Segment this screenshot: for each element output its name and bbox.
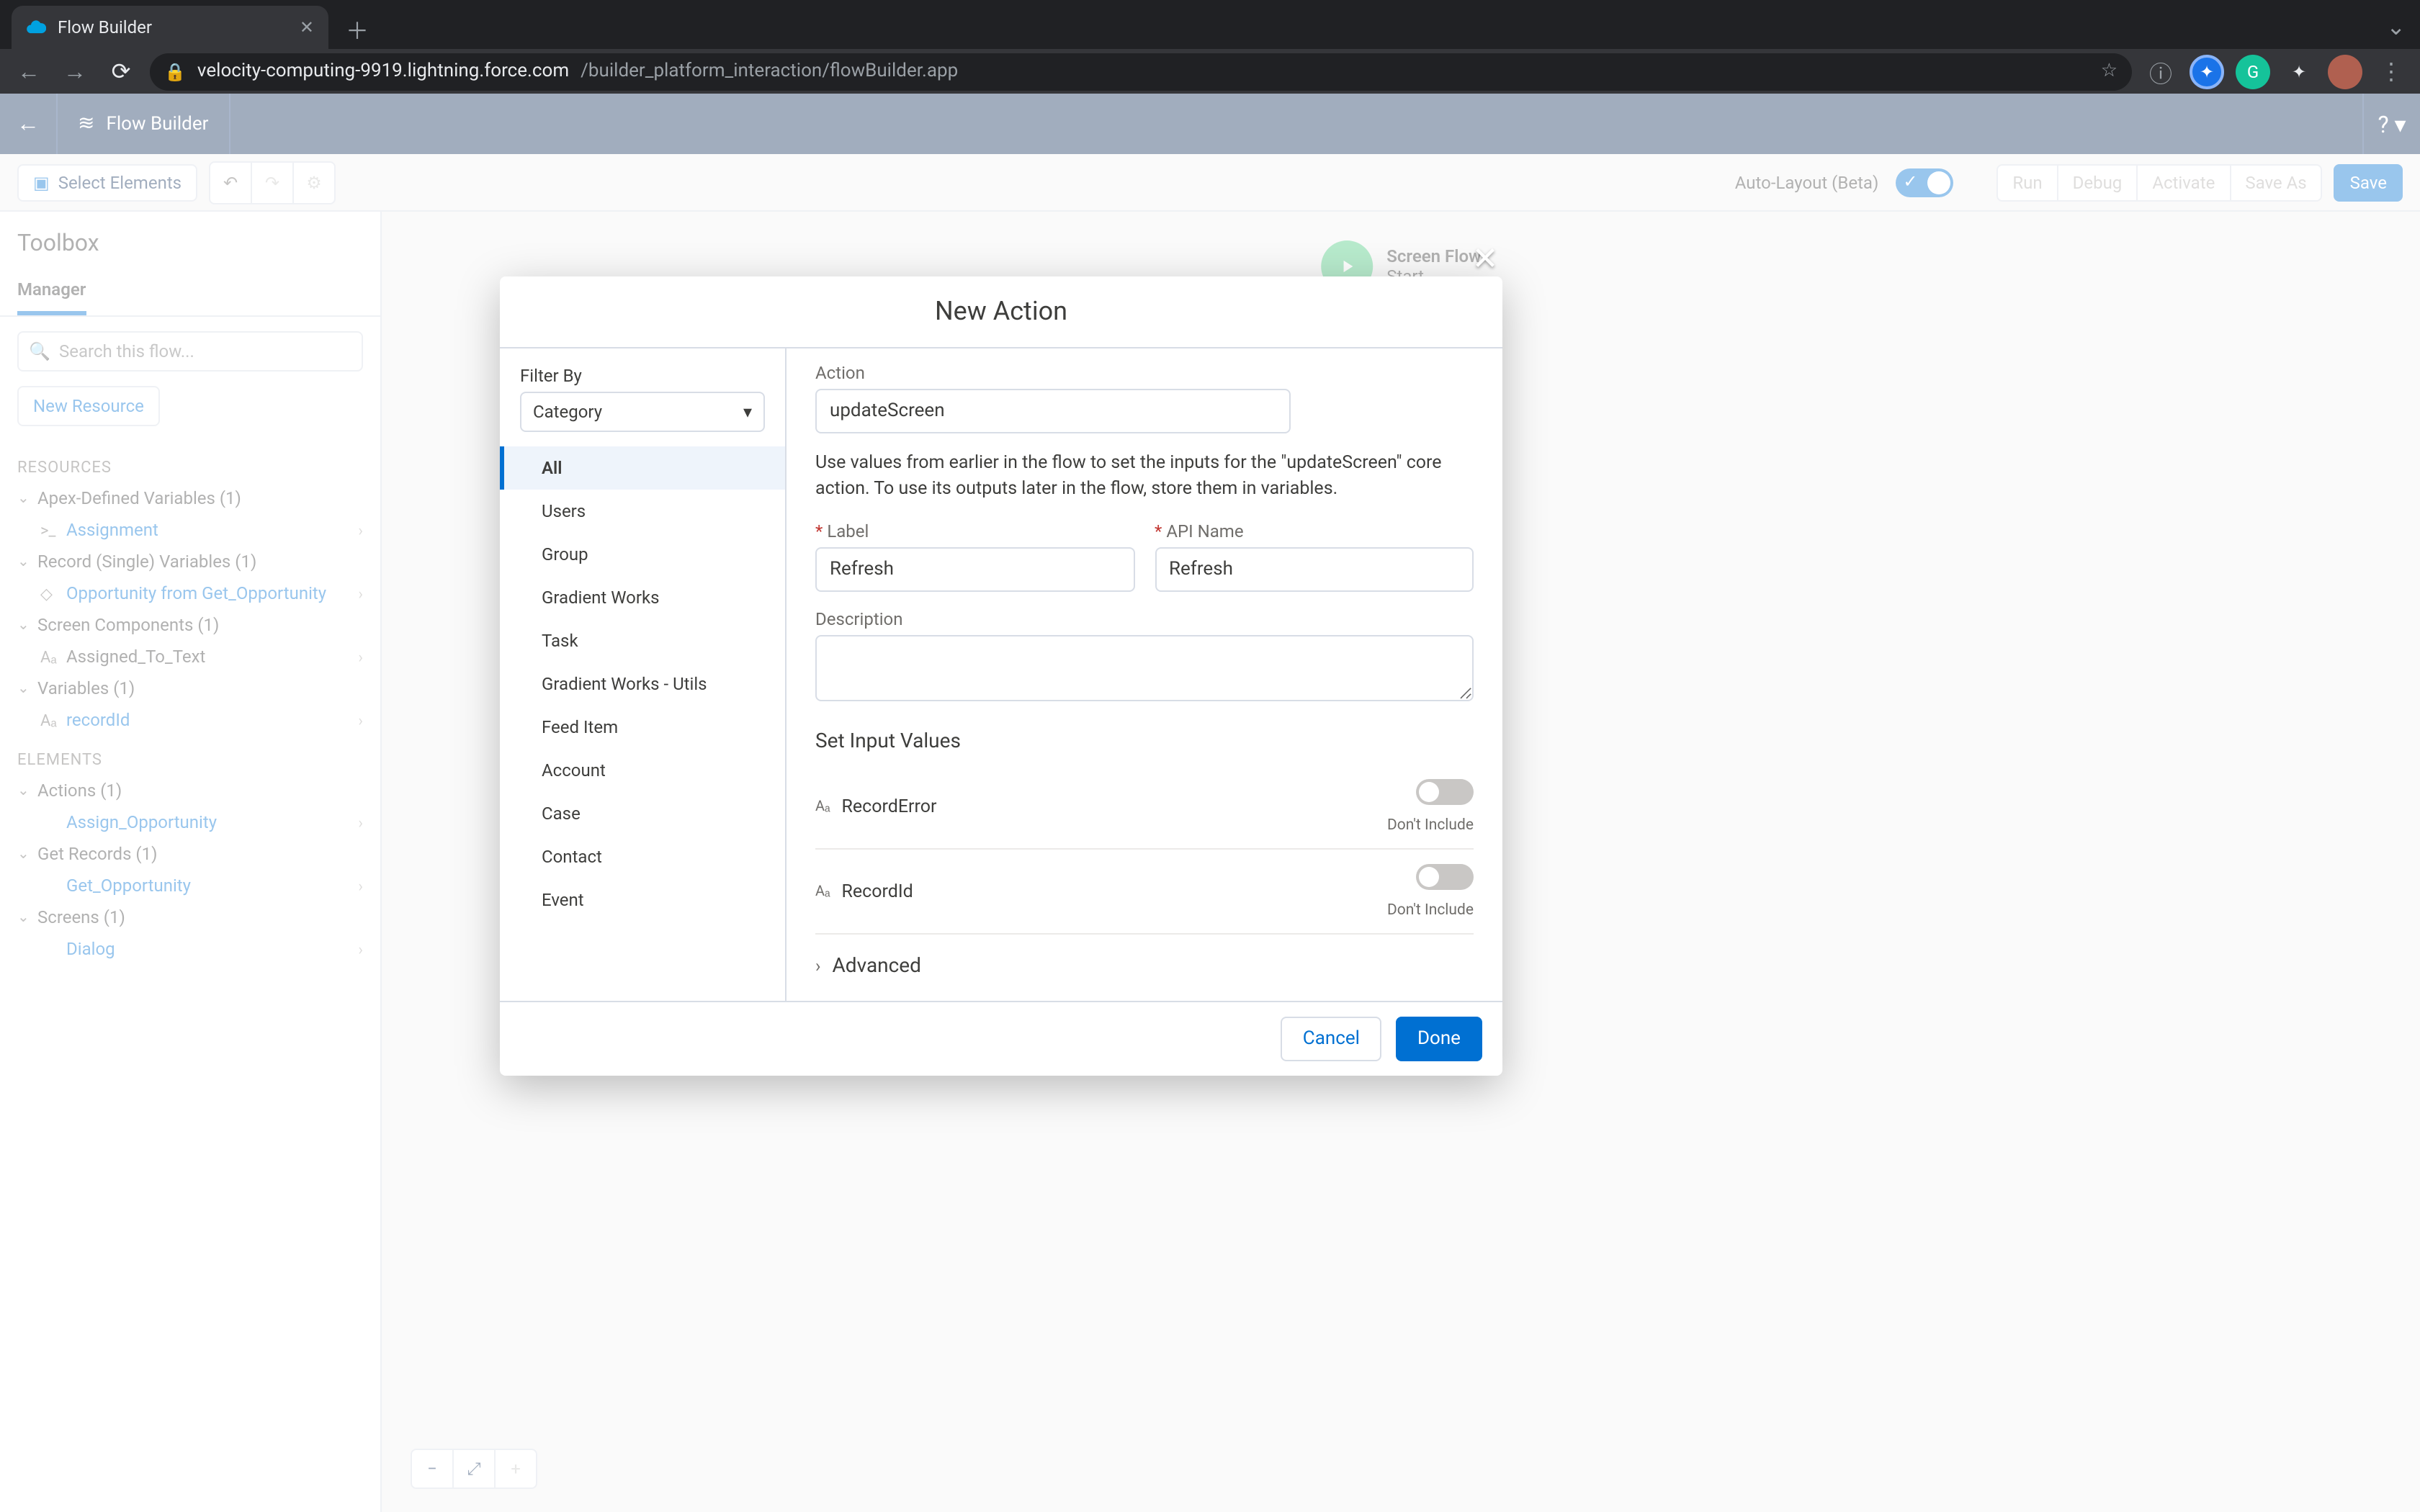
input-row-recordid: Aₐ RecordId Don't Include — [815, 850, 1474, 935]
category-item[interactable]: Gradient Works — [500, 576, 785, 619]
input-name: RecordId — [842, 881, 913, 902]
profile-avatar[interactable] — [2328, 54, 2362, 89]
chevron-down-icon: ▾ — [743, 402, 752, 422]
nav-reload-icon[interactable]: ⟳ — [104, 54, 138, 89]
address-bar[interactable]: 🔒 velocity-computing-9919.lightning.forc… — [150, 53, 2132, 90]
bookmark-star-icon[interactable]: ☆ — [2101, 60, 2118, 82]
modal-footer: Cancel Done — [500, 1001, 1502, 1076]
advanced-toggle[interactable]: › Advanced — [815, 955, 1474, 978]
label-input[interactable] — [815, 547, 1134, 592]
advanced-label: Advanced — [833, 955, 921, 978]
tab-close-icon[interactable]: ✕ — [300, 17, 314, 37]
modal-title: New Action — [500, 276, 1502, 348]
category-list: AllUsersGroupGradient WorksTaskGradient … — [500, 446, 785, 922]
category-item[interactable]: Group — [500, 533, 785, 576]
category-item[interactable]: All — [500, 446, 785, 490]
browser-tab[interactable]: Flow Builder ✕ — [12, 6, 328, 49]
include-toggle[interactable] — [1416, 864, 1474, 890]
url-host: velocity-computing-9919.lightning.force.… — [197, 60, 569, 82]
new-tab-button[interactable]: ＋ — [337, 9, 377, 49]
input-row-recorderror: Aₐ RecordError Don't Include — [815, 765, 1474, 850]
filter-select[interactable]: Category ▾ — [520, 392, 765, 432]
action-input[interactable] — [815, 389, 1291, 433]
cancel-button[interactable]: Cancel — [1281, 1017, 1381, 1061]
extension-icon-2[interactable]: G — [2236, 54, 2270, 89]
include-label: Don't Include — [1387, 900, 1474, 919]
modal-close-icon[interactable]: ✕ — [1465, 239, 1505, 279]
browser-menu-icon[interactable]: ⋮ — [2374, 54, 2408, 89]
category-item[interactable]: Case — [500, 792, 785, 835]
include-label: Don't Include — [1387, 815, 1474, 834]
category-item[interactable]: Account — [500, 749, 785, 792]
browser-chrome: Flow Builder ✕ ＋ ⌄ ← → ⟳ 🔒 velocity-comp… — [0, 0, 2420, 94]
help-text: Use values from earlier in the flow to s… — [815, 451, 1474, 501]
filter-by-label: Filter By — [500, 348, 785, 392]
nav-back-icon[interactable]: ← — [12, 54, 46, 89]
description-textarea[interactable] — [815, 635, 1474, 701]
extensions-puzzle-icon[interactable]: ✦ — [2282, 54, 2316, 89]
nav-forward-icon: → — [58, 54, 92, 89]
new-action-modal: ✕ New Action Filter By Category ▾ AllUse… — [500, 276, 1502, 1076]
extension-icon-1[interactable]: ✦ — [2190, 54, 2224, 89]
filter-column: Filter By Category ▾ AllUsersGroupGradie… — [500, 348, 786, 1001]
category-item[interactable]: Feed Item — [500, 706, 785, 749]
category-item[interactable]: Task — [500, 619, 785, 662]
api-name-label: API Name — [1155, 521, 1474, 541]
lock-icon: 🔒 — [164, 61, 186, 81]
url-path: /builder_platform_interaction/flowBuilde… — [581, 60, 958, 82]
include-toggle[interactable] — [1416, 779, 1474, 805]
form-column: Action Use values from earlier in the fl… — [786, 348, 1502, 1001]
category-item[interactable]: Users — [500, 490, 785, 533]
tab-title: Flow Builder — [58, 17, 152, 37]
label-field-label: Label — [815, 521, 1134, 541]
description-label: Description — [815, 609, 1474, 629]
chevron-right-icon: › — [815, 955, 821, 977]
category-item[interactable]: Contact — [500, 835, 785, 878]
set-input-values-heading: Set Input Values — [815, 730, 1474, 753]
info-icon[interactable]: ⓘ — [2143, 54, 2178, 89]
action-label: Action — [815, 363, 1474, 383]
text-icon: Aₐ — [815, 798, 830, 814]
salesforce-cloud-icon — [26, 17, 46, 37]
input-name: RecordError — [842, 796, 937, 817]
done-button[interactable]: Done — [1396, 1017, 1482, 1061]
window-minimize-icon[interactable]: ⌄ — [2372, 4, 2420, 49]
category-item[interactable]: Gradient Works - Utils — [500, 662, 785, 706]
api-name-input[interactable] — [1155, 547, 1474, 592]
category-item[interactable]: Event — [500, 878, 785, 922]
filter-select-value: Category — [533, 402, 602, 422]
text-icon: Aₐ — [815, 883, 830, 899]
